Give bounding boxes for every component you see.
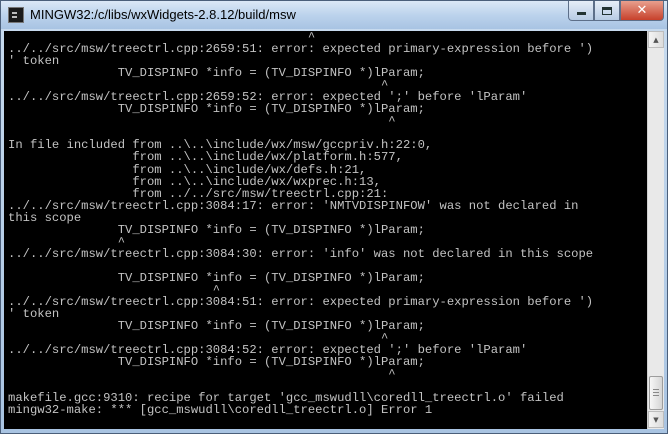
scroll-down-button[interactable]: ▼ (648, 411, 664, 428)
maximize-icon (602, 6, 612, 15)
console-line: mingw32-make: *** [gcc_mswudll\coredll_t… (8, 403, 433, 418)
console-output[interactable]: ^ ../../src/msw/treectrl.cpp:2659:51: err… (4, 31, 647, 429)
console-line: ^ (8, 367, 396, 382)
console-line: ../../src/msw/treectrl.cpp:3084:17: erro… (8, 198, 579, 213)
arrow-up-icon: ▲ (653, 35, 659, 44)
scrollbar-thumb[interactable] (649, 376, 663, 410)
console-line: from ..\..\include/wx/defs.h:21, (8, 162, 367, 177)
minimize-button[interactable] (568, 1, 594, 21)
terminal-icon[interactable] (8, 7, 24, 23)
console-line: from ..\..\include/wx/wxprec.h:13, (8, 174, 381, 189)
close-icon: ✕ (636, 3, 648, 18)
console-line: this scope (8, 210, 82, 225)
scroll-up-button[interactable]: ▲ (648, 31, 664, 48)
console-line: ../../src/msw/treectrl.cpp:2659:51: erro… (8, 42, 594, 57)
minimize-icon (576, 12, 586, 15)
console-line: ../../src/msw/treectrl.cpp:3084:51: erro… (8, 295, 594, 310)
prompt-path: /c/libs/wxWidgets-2.8.12/build/msw (132, 428, 381, 429)
console-line: from ..\..\include/wx/platform.h:577, (8, 150, 403, 165)
close-button[interactable]: ✕ (620, 1, 664, 21)
arrow-down-icon: ▼ (653, 415, 659, 424)
console-line: TV_DISPINFO *info = (TV_DISPINFO *)lPara… (8, 222, 425, 237)
console-line: ^ (8, 114, 396, 129)
title-bar[interactable]: MINGW32:/c/libs/wxWidgets-2.8.12/build/m… (1, 1, 667, 29)
window-title: MINGW32:/c/libs/wxWidgets-2.8.12/build/m… (30, 7, 296, 22)
vertical-scrollbar[interactable]: ▲ ▼ (647, 31, 664, 429)
console-line: from ../../src/msw/treectrl.cpp:21: (8, 186, 389, 201)
console-line: ../../src/msw/treectrl.cpp:3084:30: erro… (8, 246, 594, 261)
maximize-button[interactable] (594, 1, 620, 21)
terminal-window: MINGW32:/c/libs/wxWidgets-2.8.12/build/m… (0, 0, 668, 434)
console-lines: ^ ../../src/msw/treectrl.cpp:2659:51: err… (8, 31, 593, 429)
prompt-user: Daniel@Daniel-PC (8, 428, 125, 429)
